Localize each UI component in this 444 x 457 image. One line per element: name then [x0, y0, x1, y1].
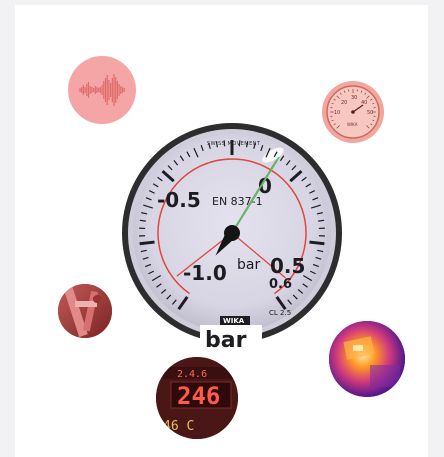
display-bottom-readout: 46 C — [163, 419, 194, 434]
gauge-scale-label: 0.5 — [270, 254, 305, 278]
gauge-under-label: bar — [205, 328, 247, 353]
gauge-tick — [318, 219, 325, 222]
pressure-gauge: SWISS MOVEMENT EN 837-1 -1.0 -0.5 0 0.5 … — [122, 123, 342, 353]
gauge-scale-label: -0.5 — [157, 188, 201, 212]
display-top-readout: 2.4.6 — [177, 369, 207, 380]
gauge-scale-label: -1.0 — [183, 261, 227, 285]
display-main-readout: 246 — [177, 382, 220, 410]
gauge-accuracy: 0.6 — [269, 277, 292, 292]
thermo-scale-label: 30 — [351, 95, 357, 101]
thermal-image-photo — [329, 321, 405, 397]
scene: 20 30 40 10 50 WIKA 2.4.6 246 46 C SWISS… — [58, 56, 405, 439]
thermometer-dial-icon: 20 30 40 10 50 WIKA — [322, 81, 384, 143]
gauge-tick — [139, 240, 155, 246]
gauge-brand: WIKA — [223, 317, 245, 325]
gauge-brand-arc: SWISS MOVEMENT — [207, 141, 261, 147]
thermo-scale-label: 10 — [334, 110, 340, 116]
gauge-cl-label: CL 2.5 — [269, 309, 291, 317]
sound-wave-icon — [68, 56, 136, 124]
gauge-tick — [139, 219, 146, 222]
thermo-brand: WIKA — [347, 122, 358, 127]
image-canvas: 20 30 40 10 50 WIKA 2.4.6 246 46 C SWISS… — [15, 5, 428, 457]
pipe-valve-photo — [58, 284, 112, 338]
thermo-scale-label: 50 — [367, 110, 373, 116]
gauge-tick — [309, 240, 325, 246]
thermo-scale-label: 20 — [341, 100, 347, 106]
gauge-unit: bar — [237, 257, 260, 273]
digital-display-photo: 2.4.6 246 46 C — [156, 357, 238, 439]
